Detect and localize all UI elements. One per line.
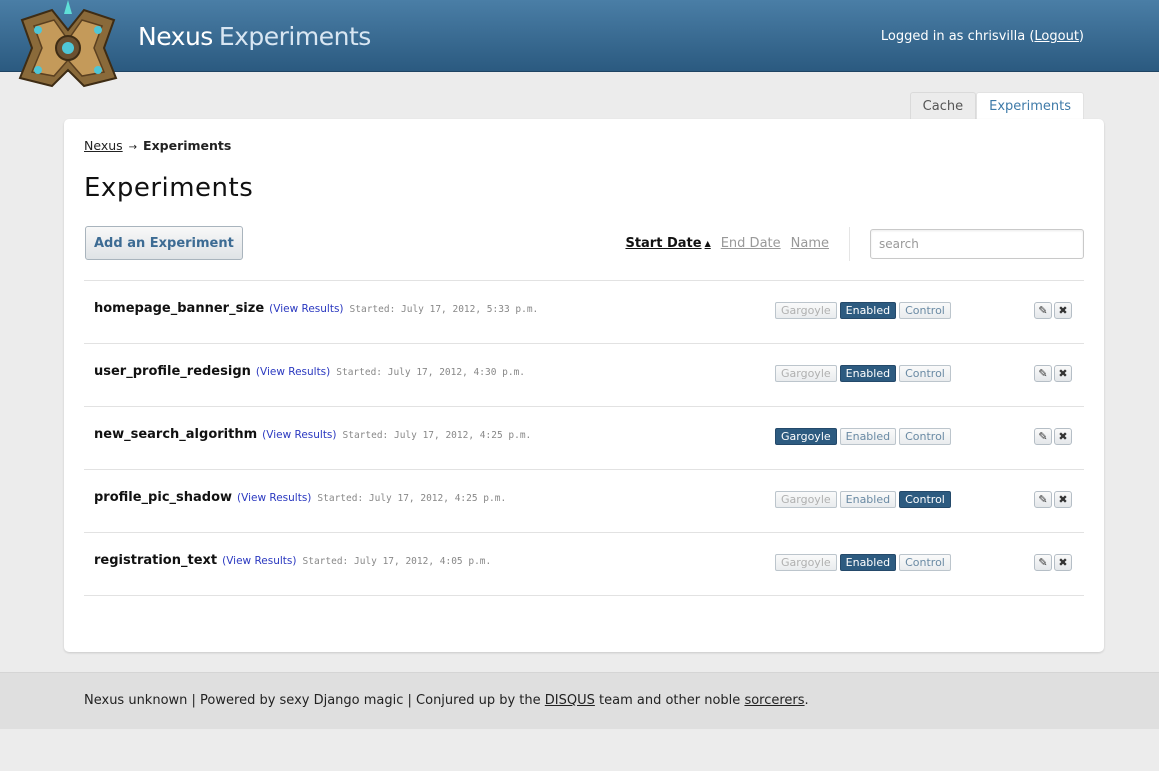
page-title: Experiments [84, 173, 254, 203]
delete-x-icon[interactable]: ✖ [1054, 554, 1072, 571]
sorcerers-link[interactable]: sorcerers [744, 693, 804, 708]
state-enabled-button[interactable]: Enabled [839, 428, 897, 445]
state-switch: Gargoyle Enabled Control [775, 554, 951, 571]
edit-pencil-icon[interactable]: ✎ [1034, 365, 1052, 382]
state-gargoyle-button[interactable]: Gargoyle [775, 365, 837, 382]
footer-part3: . [804, 693, 809, 708]
view-results-link[interactable]: (View Results) [269, 303, 343, 315]
edit-pencil-icon[interactable]: ✎ [1034, 554, 1052, 571]
breadcrumb-root-link[interactable]: Nexus [84, 138, 123, 153]
experiment-row: homepage_banner_size (View Results) Starte… [84, 281, 1084, 344]
started-date: Started: July 17, 2012, 4:25 p.m. [342, 430, 532, 441]
experiment-name[interactable]: new_search_algorithm [94, 427, 257, 442]
add-experiment-button[interactable]: Add an Experiment [85, 226, 243, 260]
delete-x-icon[interactable]: ✖ [1054, 428, 1072, 445]
experiment-row: new_search_algorithm (View Results) Starte… [84, 407, 1084, 470]
page-footer: Nexus unknown | Powered by sexy Django m… [0, 672, 1159, 729]
delete-x-icon[interactable]: ✖ [1054, 491, 1072, 508]
delete-x-icon[interactable]: ✖ [1054, 302, 1072, 319]
experiment-row: registration_text (View Results) Started: … [84, 533, 1084, 596]
search-input[interactable] [870, 229, 1084, 259]
state-gargoyle-button[interactable]: Gargoyle [775, 491, 837, 508]
row-actions: ✎ ✖ [1034, 554, 1072, 571]
sort-start-date-label: Start Date [625, 236, 702, 251]
view-results-link[interactable]: (View Results) [256, 366, 330, 378]
experiment-name[interactable]: homepage_banner_size [94, 301, 264, 316]
user-status: Logged in as chrisvilla (Logout) [881, 29, 1084, 44]
started-date: Started: July 17, 2012, 5:33 p.m. [349, 304, 539, 315]
tab-cache[interactable]: Cache [909, 92, 977, 119]
state-control-button[interactable]: Control [899, 365, 951, 382]
row-actions: ✎ ✖ [1034, 428, 1072, 445]
top-header: Nexus Experiments Logged in as chrisvilla… [0, 0, 1159, 88]
experiment-name[interactable]: profile_pic_shadow [94, 490, 232, 505]
footer-part1: Nexus unknown | Powered by sexy Django m… [84, 693, 545, 708]
state-switch: Gargoyle Enabled Control [775, 491, 951, 508]
sort-name[interactable]: Name [791, 236, 829, 251]
experiment-row: user_profile_redesign (View Results) Start… [84, 344, 1084, 407]
logout-link[interactable]: Logout [1034, 29, 1079, 44]
state-switch: Gargoyle Enabled Control [775, 302, 951, 319]
edit-pencil-icon[interactable]: ✎ [1034, 491, 1052, 508]
row-actions: ✎ ✖ [1034, 365, 1072, 382]
footer-part2: team and other noble [594, 693, 745, 708]
brand-sub: Experiments [218, 22, 371, 51]
sort-ascending-icon: ▲ [704, 239, 711, 248]
state-gargoyle-button[interactable]: Gargoyle [775, 302, 837, 319]
view-results-link[interactable]: (View Results) [262, 429, 336, 441]
view-results-link[interactable]: (View Results) [237, 492, 311, 504]
experiment-name[interactable]: registration_text [94, 553, 217, 568]
disqus-link[interactable]: DISQUS [545, 693, 595, 708]
main-panel: Nexus → Experiments Experiments Add an Exp… [64, 119, 1104, 652]
sort-end-date[interactable]: End Date [721, 236, 781, 251]
state-switch: Gargoyle Enabled Control [775, 365, 951, 382]
started-date: Started: July 17, 2012, 4:05 p.m. [302, 556, 492, 567]
state-control-button[interactable]: Control [899, 302, 951, 319]
footer-text: Nexus unknown | Powered by sexy Django m… [84, 693, 809, 708]
breadcrumb: Nexus → Experiments [84, 138, 231, 153]
breadcrumb-current: Experiments [143, 138, 232, 153]
row-actions: ✎ ✖ [1034, 302, 1072, 319]
started-date: Started: July 17, 2012, 4:30 p.m. [336, 367, 526, 378]
state-control-button[interactable]: Control [899, 428, 951, 445]
app-title: Nexus Experiments [138, 22, 371, 51]
sort-controls: Start Date ▲ End Date Name [625, 236, 829, 251]
tab-experiments[interactable]: Experiments [976, 92, 1084, 119]
experiments-list: homepage_banner_size (View Results) Starte… [84, 280, 1084, 596]
delete-x-icon[interactable]: ✖ [1054, 365, 1072, 382]
state-control-button[interactable]: Control [899, 554, 951, 571]
sort-start-date[interactable]: Start Date ▲ [625, 236, 710, 251]
state-enabled-button[interactable]: Enabled [839, 302, 897, 319]
experiment-name[interactable]: user_profile_redesign [94, 364, 251, 379]
experiment-row: profile_pic_shadow (View Results) Started:… [84, 470, 1084, 533]
logout-close-paren: ) [1078, 29, 1084, 44]
row-actions: ✎ ✖ [1034, 491, 1072, 508]
state-gargoyle-button[interactable]: Gargoyle [775, 428, 837, 445]
view-results-link[interactable]: (View Results) [222, 555, 296, 567]
logged-in-text: Logged in as chrisvilla ( [880, 29, 1035, 44]
toolbar-divider [849, 227, 850, 261]
state-switch: Gargoyle Enabled Control [775, 428, 951, 445]
state-control-button[interactable]: Control [899, 491, 951, 508]
nexus-logo[interactable] [12, 0, 124, 96]
started-date: Started: July 17, 2012, 4:25 p.m. [317, 493, 507, 504]
edit-pencil-icon[interactable]: ✎ [1034, 302, 1052, 319]
state-enabled-button[interactable]: Enabled [839, 554, 897, 571]
state-enabled-button[interactable]: Enabled [839, 365, 897, 382]
nav-tabs: Cache Experiments [909, 92, 1084, 119]
state-gargoyle-button[interactable]: Gargoyle [775, 554, 837, 571]
edit-pencil-icon[interactable]: ✎ [1034, 428, 1052, 445]
brand-main: Nexus [138, 22, 213, 51]
breadcrumb-arrow-icon: → [128, 142, 138, 153]
state-enabled-button[interactable]: Enabled [839, 491, 897, 508]
